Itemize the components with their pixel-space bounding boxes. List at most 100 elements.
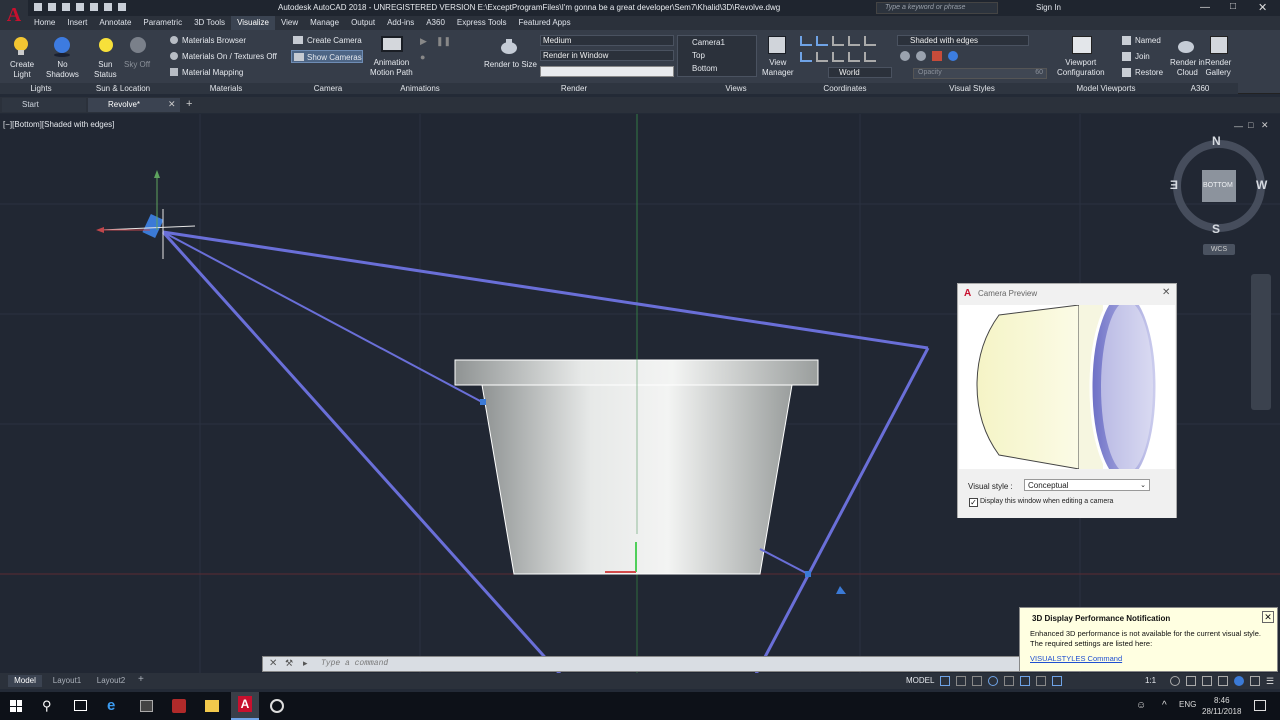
viewcube-west[interactable]: W <box>1256 178 1267 192</box>
display-preview-checkbox[interactable]: ✓ <box>969 498 978 507</box>
shadow-style-icon[interactable] <box>916 51 926 61</box>
start-icon[interactable] <box>10 700 22 712</box>
frustum-grip[interactable] <box>805 571 811 577</box>
edge-browser-icon[interactable]: e <box>107 697 115 714</box>
render-to-size-icon[interactable] <box>498 36 520 56</box>
ucs-world-select[interactable]: World <box>828 67 892 78</box>
show-hidden-icons-icon[interactable]: ^ <box>1162 700 1167 711</box>
panel-a360[interactable]: A360 <box>1162 83 1238 94</box>
panel-materials[interactable]: Materials <box>164 83 288 94</box>
customize-command-icon[interactable]: ⚒ <box>285 658 293 669</box>
workspace-gear-icon[interactable] <box>1170 676 1180 686</box>
tab-insert[interactable]: Insert <box>61 16 93 30</box>
isodraft-icon[interactable] <box>1004 676 1014 686</box>
layout1-tab[interactable]: Layout1 <box>48 675 86 687</box>
recent-commands-icon[interactable]: ▸ <box>303 658 308 669</box>
render-quality-select[interactable]: Medium <box>540 35 674 46</box>
revolve-tab[interactable]: Revolve* <box>88 98 180 112</box>
panel-lights[interactable]: Lights <box>0 83 82 94</box>
app-icon[interactable] <box>172 699 186 713</box>
hardware-acceleration-icon[interactable] <box>1234 676 1244 686</box>
restore-viewports-button[interactable]: Restore <box>1135 68 1163 77</box>
layout2-tab[interactable]: Layout2 <box>92 675 130 687</box>
record-icon[interactable]: ● <box>420 52 425 62</box>
ucs-tools-row1[interactable] <box>800 36 886 48</box>
command-input[interactable]: Type a command <box>321 659 388 668</box>
ucs-tools-row2[interactable] <box>800 52 886 64</box>
clock-time[interactable]: 8:46 <box>1214 696 1230 705</box>
camera-preview-titlebar[interactable]: A Camera Preview ✕ <box>958 284 1176 304</box>
close-tab-icon[interactable]: ✕ <box>168 99 176 110</box>
tab-a360[interactable]: A360 <box>420 16 451 30</box>
camera-preview-window[interactable]: A Camera Preview ✕ Visual style : Concep… <box>957 283 1177 518</box>
annotation-scale[interactable]: 1:1 <box>1145 676 1156 685</box>
tab-home[interactable]: Home <box>28 16 61 30</box>
units-icon[interactable] <box>1202 676 1212 686</box>
object-track-icon[interactable] <box>1036 676 1046 686</box>
model-space-toggle[interactable]: MODEL <box>906 676 934 685</box>
viewcube-east[interactable]: E <box>1170 178 1178 192</box>
annotation-monitor-icon[interactable] <box>1186 676 1196 686</box>
status-tools[interactable] <box>940 676 1170 686</box>
object-snap-icon[interactable] <box>1020 676 1030 686</box>
notification-close-icon[interactable]: ✕ <box>1262 611 1274 623</box>
tab-visualize[interactable]: Visualize <box>231 16 275 30</box>
ucs-origin-icon[interactable] <box>816 36 828 46</box>
render-cloud-button[interactable] <box>1176 36 1196 54</box>
save-icon[interactable] <box>62 3 70 11</box>
application-menu-button[interactable]: A <box>0 0 28 30</box>
panel-views[interactable]: Views <box>676 83 796 94</box>
app-icon[interactable] <box>140 700 153 712</box>
panel-render[interactable]: Render <box>472 83 676 94</box>
ucs-x-icon[interactable] <box>832 36 844 46</box>
close-icon[interactable]: ✕ <box>1258 1 1267 14</box>
viewport-config-icon[interactable] <box>1072 36 1092 54</box>
shadows-button[interactable] <box>52 34 72 58</box>
frustum-grip[interactable] <box>480 399 486 405</box>
start-tab[interactable]: Start <box>2 98 86 112</box>
view-manager-icon[interactable] <box>768 36 786 54</box>
tab-output[interactable]: Output <box>345 16 381 30</box>
tab-featured-apps[interactable]: Featured Apps <box>513 16 577 30</box>
tab-manage[interactable]: Manage <box>304 16 345 30</box>
viewcube-south[interactable]: S <box>1212 222 1220 236</box>
model-tab[interactable]: Model <box>8 675 42 687</box>
panel-model-viewports[interactable]: Model Viewports <box>1050 83 1162 94</box>
tab-annotate[interactable]: Annotate <box>93 16 137 30</box>
camera-preview-close-icon[interactable]: ✕ <box>1162 287 1170 298</box>
view-top[interactable]: Top <box>692 51 705 60</box>
polar-icon[interactable] <box>988 676 998 686</box>
viewcube-north[interactable]: N <box>1212 134 1221 148</box>
new-layout-icon[interactable]: + <box>138 674 144 685</box>
panel-animations[interactable]: Animations <box>368 83 472 94</box>
camera-glyph-icon[interactable] <box>96 170 196 259</box>
edge-style-icon[interactable] <box>900 51 910 61</box>
minimize-icon[interactable]: — <box>1200 2 1210 13</box>
action-center-icon[interactable] <box>1254 700 1266 711</box>
tab-parametric[interactable]: Parametric <box>137 16 188 30</box>
create-camera-button[interactable]: Create Camera <box>307 36 362 45</box>
close-command-icon[interactable]: ✕ <box>269 658 277 669</box>
create-light-button[interactable] <box>8 34 34 58</box>
redo-icon[interactable] <box>118 3 126 11</box>
sun-status-button[interactable] <box>96 34 116 58</box>
undo-icon[interactable] <box>104 3 112 11</box>
search-input[interactable]: Type a keyword or phrase <box>876 2 998 14</box>
viewcube-face[interactable]: BOTTOM <box>1203 182 1233 189</box>
visual-style-tools[interactable] <box>900 51 980 63</box>
language-indicator[interactable]: ENG <box>1179 700 1196 709</box>
annotation-icon[interactable] <box>1052 676 1062 686</box>
panel-coordinates[interactable]: Coordinates <box>796 83 894 94</box>
preview-visual-style-select[interactable]: Conceptual ⌄ <box>1024 479 1150 491</box>
panel-sun-location[interactable]: Sun & Location <box>82 83 164 94</box>
visualstyles-command-link[interactable]: VISUALSTYLES Command <box>1030 654 1122 663</box>
ucs-face-icon[interactable] <box>832 52 844 62</box>
ucs-view-icon[interactable] <box>800 52 812 62</box>
ucs-zaxis-icon[interactable] <box>864 52 876 62</box>
quick-access-toolbar[interactable] <box>34 3 162 13</box>
ucs-object-icon[interactable] <box>816 52 828 62</box>
render-gallery-icon[interactable] <box>1210 36 1228 54</box>
tab-3d-tools[interactable]: 3D Tools <box>188 16 231 30</box>
view-bottom[interactable]: Bottom <box>692 64 717 73</box>
join-viewports-button[interactable]: Join <box>1135 52 1150 61</box>
